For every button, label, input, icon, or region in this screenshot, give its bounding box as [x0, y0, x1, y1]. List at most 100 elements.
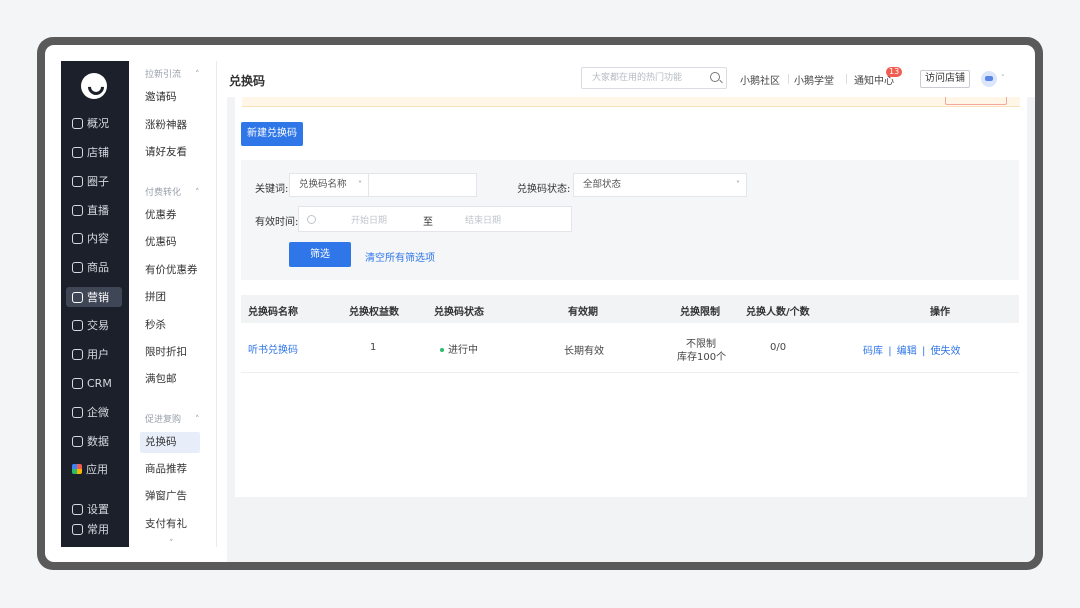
- nav-item-overview[interactable]: 概况: [66, 113, 122, 133]
- list-icon: [72, 523, 83, 535]
- user-icon: [72, 348, 83, 360]
- nav-item-apps[interactable]: 应用: [66, 459, 122, 479]
- keyword-label: 关键词:: [255, 184, 289, 195]
- primary-sidebar: 概况 店铺 圈子 直播 内容 商品 营销 交易 用户 CRM 企微 数据 应用 …: [61, 61, 129, 547]
- submenu-group-conversion[interactable]: 付费转化 ˄: [145, 185, 200, 198]
- col-header-validity: 有效期: [568, 307, 598, 318]
- link-community[interactable]: 小鹅社区: [740, 72, 780, 87]
- search-input[interactable]: 大家都在用的热门功能: [581, 67, 727, 89]
- nav-item-settings[interactable]: 设置: [66, 499, 122, 519]
- apps-icon: [72, 464, 82, 474]
- notice-bar: [242, 97, 1020, 107]
- end-date-input[interactable]: 结束日期: [465, 213, 501, 226]
- col-header-benefits: 兑换权益数: [349, 307, 399, 318]
- start-date-input[interactable]: 开始日期: [351, 213, 387, 226]
- nav-item-store[interactable]: 店铺: [66, 142, 122, 162]
- brand-logo[interactable]: [81, 73, 107, 99]
- trade-icon: [72, 319, 83, 331]
- code-library-link[interactable]: 码库: [863, 346, 883, 357]
- nav-item-content[interactable]: 内容: [66, 228, 122, 248]
- clock-icon: [307, 215, 316, 224]
- keyword-input[interactable]: [368, 173, 477, 197]
- invalidate-link[interactable]: 使失效: [931, 346, 961, 357]
- submenu-group-repurchase[interactable]: 促进复购 ˄: [145, 412, 200, 425]
- action-separator: |: [888, 346, 892, 357]
- nav-item-frequent[interactable]: 常用: [66, 519, 122, 539]
- link-academy[interactable]: 小鹅学堂: [794, 72, 834, 87]
- chevron-up-icon: ˄: [195, 188, 200, 198]
- megaphone-icon: [72, 291, 83, 303]
- row-actions: 码库 | 编辑 | 使失效: [863, 342, 961, 357]
- group-icon: [72, 175, 83, 187]
- submenu-item-pay-gift[interactable]: 支付有礼: [140, 514, 200, 535]
- benefit-count: 1: [370, 342, 377, 353]
- chevron-down-icon: ˅: [736, 180, 740, 189]
- edit-link[interactable]: 编辑: [897, 346, 917, 357]
- chevron-down-icon: ˅: [358, 180, 362, 189]
- nav-item-circle[interactable]: 圈子: [66, 171, 122, 191]
- nav-item-marketing[interactable]: 营销: [66, 287, 122, 307]
- nav-item-user[interactable]: 用户: [66, 344, 122, 364]
- crm-icon: [72, 377, 83, 389]
- valid-time-label: 有效时间:: [255, 217, 299, 228]
- chevron-down-icon[interactable]: ˅: [169, 539, 174, 547]
- nav-item-crm[interactable]: CRM: [66, 373, 122, 393]
- data-icon: [72, 435, 83, 447]
- document-icon: [72, 232, 83, 244]
- status-select[interactable]: 全部状态 ˅: [573, 173, 747, 197]
- action-separator: |: [921, 346, 926, 357]
- gear-icon: [72, 503, 83, 515]
- nav-item-product[interactable]: 商品: [66, 257, 122, 277]
- col-header-limit: 兑换限制: [680, 307, 720, 318]
- page-title: 兑换码: [229, 74, 266, 88]
- submenu-item-coupon[interactable]: 优惠券: [140, 205, 200, 226]
- submenu-item-paid-coupon[interactable]: 有价优惠券: [140, 260, 200, 281]
- date-range-picker[interactable]: 开始日期 至 结束日期: [298, 206, 572, 232]
- status-badge: 进行中: [440, 341, 478, 356]
- submenu-item-invite-code[interactable]: 邀请码: [140, 87, 200, 108]
- col-header-status: 兑换码状态: [434, 307, 484, 318]
- col-header-name: 兑换码名称: [248, 307, 298, 318]
- chat-icon: [72, 406, 83, 418]
- avatar[interactable]: [981, 71, 997, 87]
- secondary-sidebar: 拉新引流 ˄ 邀请码 涨粉神器 请好友看 付费转化 ˄ 优惠券 优惠码 有价优惠券 …: [129, 61, 217, 547]
- notice-action-button[interactable]: [945, 97, 1007, 105]
- chevron-up-icon: ˄: [195, 415, 200, 425]
- chevron-up-icon: ˄: [195, 70, 200, 80]
- nav-item-live[interactable]: 直播: [66, 200, 122, 220]
- submenu-item-invite-friends[interactable]: 请好友看: [140, 142, 200, 163]
- notification-badge: 13: [886, 67, 903, 77]
- visit-store-button[interactable]: 访问店铺: [920, 70, 970, 88]
- filter-button[interactable]: 筛选: [289, 242, 351, 267]
- submenu-item-free-shipping[interactable]: 满包邮: [140, 369, 200, 390]
- submenu-item-time-discount[interactable]: 限时折扣: [140, 342, 200, 363]
- live-icon: [72, 204, 83, 216]
- chevron-down-icon[interactable]: ˅: [1001, 74, 1005, 82]
- redeem-code-name-link[interactable]: 听书兑换码: [248, 341, 298, 356]
- col-header-actions: 操作: [930, 307, 950, 318]
- stock-text: 库存100个: [677, 352, 727, 363]
- new-redeem-code-button[interactable]: 新建兑换码: [241, 122, 303, 146]
- submenu-group-acquisition[interactable]: 拉新引流 ˄: [145, 67, 200, 80]
- redeem-count: 0/0: [770, 342, 787, 353]
- submenu-item-fan-booster[interactable]: 涨粉神器: [140, 115, 200, 136]
- nav-item-data[interactable]: 数据: [66, 431, 122, 451]
- nav-item-wecom[interactable]: 企微: [66, 402, 122, 422]
- product-icon: [72, 261, 83, 273]
- clear-filters-link[interactable]: 清空所有筛选项: [365, 249, 435, 264]
- nav-item-trade[interactable]: 交易: [66, 315, 122, 335]
- status-dot-icon: [440, 348, 444, 352]
- submenu-item-flash-sale[interactable]: 秒杀: [140, 315, 200, 336]
- keyword-type-select[interactable]: 兑换码名称 ˅: [289, 173, 369, 197]
- header-divider: [788, 74, 789, 84]
- submenu-item-redeem-code[interactable]: 兑换码: [140, 432, 200, 453]
- submenu-item-popup-ad[interactable]: 弹窗广告: [140, 486, 200, 507]
- date-range-separator: 至: [423, 217, 433, 228]
- submenu-item-recommend[interactable]: 商品推荐: [140, 459, 200, 480]
- store-icon: [72, 146, 83, 158]
- status-label: 兑换码状态:: [517, 184, 571, 195]
- col-header-count: 兑换人数/个数: [746, 307, 810, 318]
- search-icon[interactable]: [710, 72, 720, 82]
- submenu-item-group-buy[interactable]: 拼团: [140, 287, 200, 308]
- submenu-item-promo-code[interactable]: 优惠码: [140, 232, 200, 253]
